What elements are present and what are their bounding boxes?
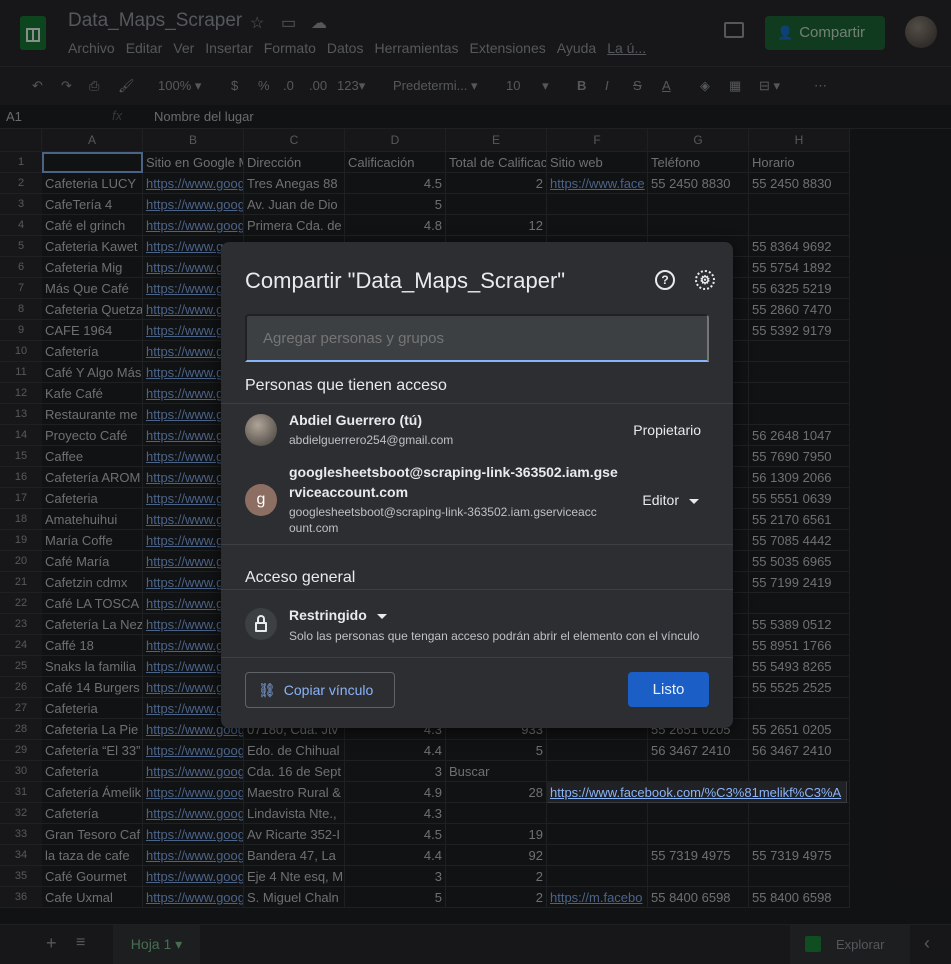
owner-avatar: [245, 414, 277, 446]
divider: [221, 544, 733, 545]
share-dialog: Compartir "Data_Maps_Scraper" ? ⚙ Person…: [221, 242, 733, 728]
done-button[interactable]: Listo: [628, 672, 709, 707]
chevron-down-icon: [689, 498, 699, 504]
divider: [221, 657, 733, 658]
editor-avatar: g: [245, 484, 277, 516]
divider: [221, 403, 733, 404]
dialog-title: Compartir "Data_Maps_Scraper": [245, 268, 566, 293]
restriction-description: Solo las personas que tengan acceso podr…: [289, 629, 700, 643]
help-icon[interactable]: ?: [655, 270, 675, 290]
divider: [221, 589, 733, 590]
owner-name: Abdiel Guerrero (tú): [289, 412, 423, 428]
add-people-input[interactable]: [245, 314, 709, 362]
people-with-access-heading: Personas que tienen acceso: [245, 377, 447, 394]
general-access-heading: Acceso general: [245, 569, 356, 586]
copy-link-button[interactable]: ⛓ Copiar vínculo: [245, 672, 395, 708]
editor-email-line1: googlesheetsboot@scraping-link-363502.ia…: [289, 505, 597, 519]
settings-gear-icon[interactable]: ⚙: [695, 270, 715, 290]
editor-name-line2: rviceaccount.com: [289, 484, 409, 500]
lock-icon: [245, 608, 277, 640]
editor-email-line2: ount.com: [289, 521, 339, 535]
chevron-down-icon: [376, 613, 387, 619]
link-icon: ⛓: [258, 682, 276, 698]
owner-email: abdielguerrero254@gmail.com: [289, 433, 454, 447]
restriction-dropdown[interactable]: Restringido: [289, 607, 387, 623]
cell[interactable]: https://www.facebook.com/%C3%81melikf%C3…: [547, 782, 847, 803]
editor-role-dropdown[interactable]: Editor: [642, 492, 699, 508]
editor-name-line1: googlesheetsboot@scraping-link-363502.ia…: [289, 464, 618, 480]
owner-role: Propietario: [633, 422, 701, 438]
